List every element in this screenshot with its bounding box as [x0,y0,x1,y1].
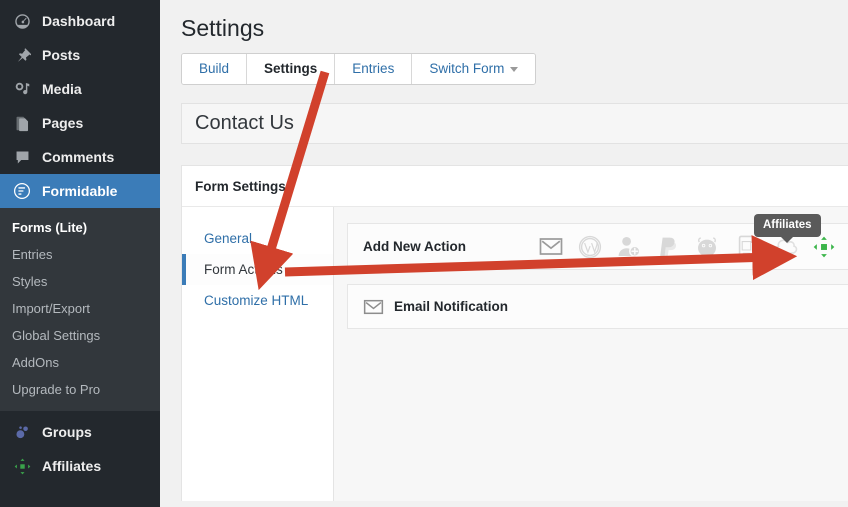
settings-nav-customize-html[interactable]: Customize HTML [182,285,333,316]
sidebar-item-groups[interactable]: Groups [0,415,160,449]
tab-label: Build [199,61,230,76]
dashboard-icon [11,11,33,31]
sidebar-item-label: Pages [42,115,84,131]
settings-nav-general[interactable]: General [182,223,333,254]
affiliates-icon [11,456,33,476]
form-name-bar: Contact Us [181,103,848,144]
submenu-item-entries[interactable]: Entries [0,241,160,268]
register-user-icon[interactable] [616,234,642,260]
tab-settings[interactable]: Settings [247,54,336,84]
submenu-item-global-settings[interactable]: Global Settings [0,322,160,349]
add-new-action-label: Add New Action [363,239,466,254]
chevron-down-icon [510,66,519,72]
affiliates-icon[interactable] [811,234,837,260]
existing-action-label: Email Notification [394,299,509,314]
submenu-item-addons[interactable]: AddOns [0,349,160,376]
sidebar-bottom-menu: Groups Affiliates [0,411,160,483]
pages-icon [11,113,33,133]
tab-build[interactable]: Build [182,54,248,84]
form-tabs: Build Settings Entries Switch Form [181,53,537,85]
form-settings-heading: Form Settings [182,166,848,207]
page-title: Settings [181,15,265,41]
main-content: Settings Build Settings Entries Switch F… [160,0,848,507]
formidable-submenu: Forms (Lite) Entries Styles Import/Expor… [0,208,160,411]
sidebar-item-formidable[interactable]: Formidable [0,174,168,208]
sidebar-item-label: Posts [42,47,81,63]
media-icon [11,79,33,99]
sidebar-top-menu: Dashboard Posts Media Pages Comments For… [0,0,168,208]
comments-icon [11,147,33,167]
sidebar-item-label: Dashboard [42,13,116,29]
sidebar-item-posts[interactable]: Posts [0,38,160,72]
settings-nav-form-actions[interactable]: Form Actions [182,254,333,285]
submenu-item-import-export[interactable]: Import/Export [0,295,160,322]
tab-label: Entries [352,61,395,76]
email-icon [363,299,384,315]
form-settings-body: General Form Actions Customize HTML Add … [182,207,848,501]
formidable-icon [11,181,33,201]
screen-root: Dashboard Posts Media Pages Comments For… [0,0,848,507]
submenu-item-upgrade-to-pro[interactable]: Upgrade to Pro [0,376,160,403]
tab-label: Switch Form [429,61,505,76]
groups-icon [11,422,33,442]
sidebar-item-dashboard[interactable]: Dashboard [0,4,160,38]
admin-sidebar: Dashboard Posts Media Pages Comments For… [0,0,168,507]
submenu-item-forms-lite[interactable]: Forms (Lite) [0,214,160,241]
wordpress-icon[interactable] [577,234,603,260]
mailchimp-icon[interactable] [694,234,720,260]
tab-entries[interactable]: Entries [335,54,413,84]
sidebar-item-affiliates[interactable]: Affiliates [0,449,160,483]
form-settings-nav: General Form Actions Customize HTML [182,207,334,501]
tab-label: Settings [264,61,318,76]
sidebar-item-label: Affiliates [42,458,102,474]
twilio-sms-icon[interactable] [733,234,759,260]
form-actions-content: Add New Action Email Notification [334,207,848,501]
form-name: Contact Us [195,112,294,134]
add-action-icon-list [538,234,848,260]
submenu-item-styles[interactable]: Styles [0,268,160,295]
tab-switch-form[interactable]: Switch Form [412,54,536,84]
email-icon[interactable] [538,234,564,260]
sidebar-item-label: Formidable [42,183,118,199]
sidebar-item-label: Media [42,81,82,97]
paypal-icon[interactable] [655,234,681,260]
form-settings-panel: Form Settings General Form Actions Custo… [181,165,848,501]
sidebar-item-comments[interactable]: Comments [0,140,160,174]
sidebar-item-media[interactable]: Media [0,72,160,106]
affiliates-tooltip: Affiliates [754,214,821,243]
pin-icon [11,45,33,65]
sidebar-item-label: Comments [42,149,115,165]
sidebar-item-label: Groups [42,424,92,440]
existing-action-email-notification[interactable]: Email Notification [347,284,848,329]
sidebar-item-pages[interactable]: Pages [0,106,160,140]
